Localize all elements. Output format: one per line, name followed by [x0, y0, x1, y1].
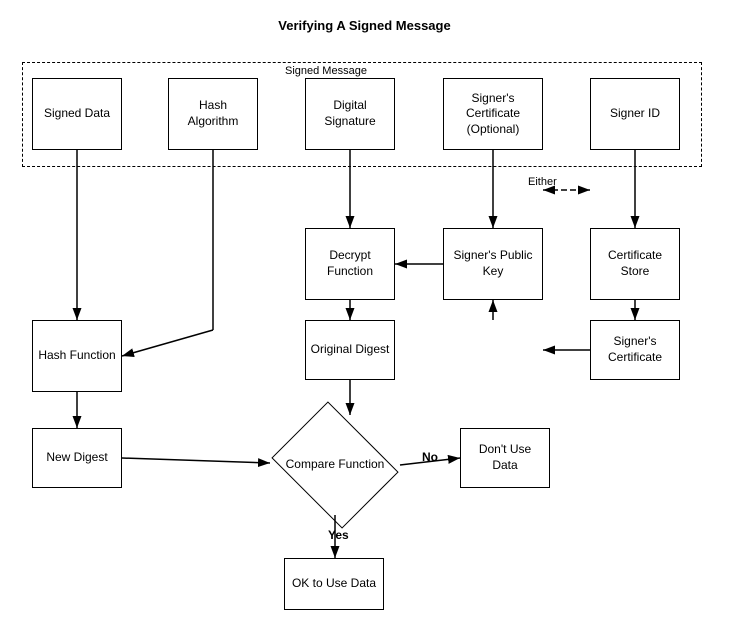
signed-message-label: Signed Message	[285, 65, 367, 77]
signers-certificate-optional-box: Signer's Certificate (Optional)	[443, 78, 543, 150]
no-label: No	[422, 450, 438, 464]
decrypt-function-box: Decrypt Function	[305, 228, 395, 300]
compare-function-diamond: Compare Function	[270, 415, 400, 515]
diagram-title: Verifying A Signed Message	[0, 8, 729, 33]
digital-signature-box: Digital Signature	[305, 78, 395, 150]
signers-certificate-box: Signer's Certificate	[590, 320, 680, 380]
compare-function-label: Compare Function	[286, 457, 385, 473]
dont-use-data-box: Don't Use Data	[460, 428, 550, 488]
diagram-container: Verifying A Signed Message Signed Messag…	[0, 0, 729, 628]
either-label: Either	[528, 176, 557, 188]
hash-function-box: Hash Function	[32, 320, 122, 392]
ok-to-use-data-box: OK to Use Data	[284, 558, 384, 610]
signers-public-key-box: Signer's Public Key	[443, 228, 543, 300]
new-digest-box: New Digest	[32, 428, 122, 488]
signer-id-box: Signer ID	[590, 78, 680, 150]
hash-algorithm-box: Hash Algorithm	[168, 78, 258, 150]
certificate-store-box: Certificate Store	[590, 228, 680, 300]
signed-data-box: Signed Data	[32, 78, 122, 150]
original-digest-box: Original Digest	[305, 320, 395, 380]
yes-label: Yes	[328, 528, 349, 542]
